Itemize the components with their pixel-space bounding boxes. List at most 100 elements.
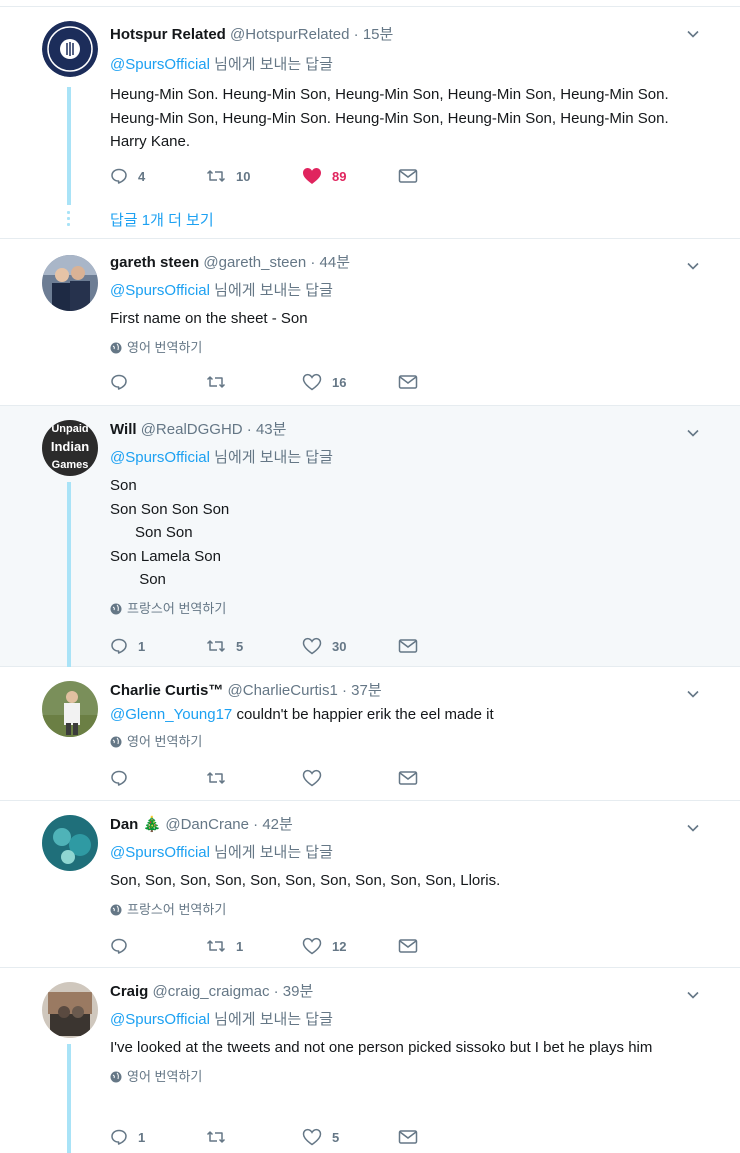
heart-icon (302, 373, 322, 391)
globe-icon (110, 736, 122, 747)
avatar[interactable] (42, 982, 98, 1038)
display-name[interactable]: Craig (110, 983, 148, 1000)
user-photo-icon (42, 255, 98, 311)
display-name[interactable]: gareth steen (110, 254, 199, 271)
tweet-will[interactable]: Unpaid Indian Games Will @RealDGGHD · 43… (0, 406, 740, 667)
tweet-hotspur-related[interactable]: Hotspur Related @HotspurRelated · 15분 @S… (0, 7, 740, 239)
timestamp[interactable]: 39분 (283, 983, 314, 1000)
display-name[interactable]: Dan (110, 816, 138, 833)
like-button[interactable]: 89 (302, 167, 398, 185)
reply-to-link[interactable]: @SpursOfficial (110, 56, 210, 73)
hotspur-crest-icon (42, 21, 98, 77)
globe-icon (110, 904, 122, 915)
mention-link[interactable]: @Glenn_Young17 (110, 706, 232, 723)
reply-button[interactable]: 1 (110, 1128, 206, 1146)
user-handle[interactable]: @DanCrane (165, 816, 249, 833)
like-button[interactable] (302, 769, 398, 787)
show-more-replies-link[interactable]: 답글 1개 더 보기 (110, 209, 214, 230)
display-name[interactable]: Hotspur Related (110, 26, 226, 43)
user-handle[interactable]: @craig_craigmac (153, 983, 270, 1000)
translate-link[interactable]: 프랑스어 번역하기 (110, 600, 700, 618)
reply-to-link[interactable]: @SpursOfficial (110, 449, 210, 466)
reply-to-link[interactable]: @SpursOfficial (110, 844, 210, 861)
retweet-button[interactable]: 10 (206, 167, 302, 185)
tweet-craig[interactable]: Craig @craig_craigmac · 39분 @SpursOffici… (0, 968, 740, 1153)
reply-button[interactable] (110, 769, 206, 787)
like-button[interactable]: 16 (302, 373, 398, 391)
like-button[interactable]: 30 (302, 637, 398, 655)
avatar[interactable] (42, 815, 98, 871)
avatar[interactable] (42, 255, 98, 311)
translate-link[interactable]: 영어 번역하기 (110, 339, 700, 357)
retweet-icon (206, 772, 226, 784)
display-name[interactable]: Will (110, 421, 137, 438)
unpaid-indian-games-logo-icon: Unpaid Indian Games (42, 420, 98, 476)
replying-to: @SpursOfficial 님에게 보내는 답글 (110, 449, 333, 466)
tweet-actions: 1 5 30 (110, 637, 494, 655)
reply-icon (111, 770, 127, 786)
timestamp[interactable]: 44분 (320, 254, 351, 271)
tweet-text: I've looked at the tweets and not one pe… (110, 1039, 653, 1056)
tweet-header: Hotspur Related @HotspurRelated · 15분 (110, 26, 394, 43)
feed-top-divider (0, 0, 740, 7)
envelope-icon (398, 771, 418, 785)
svg-text:Unpaid: Unpaid (51, 423, 88, 435)
timestamp[interactable]: 37분 (351, 682, 382, 699)
tweet-dan[interactable]: Dan 🎄 @DanCrane · 42분 @SpursOfficial 님에게… (0, 801, 740, 968)
avatar[interactable]: Unpaid Indian Games (42, 420, 98, 476)
dm-button[interactable] (398, 770, 494, 786)
retweet-button[interactable] (206, 1128, 302, 1146)
tweet-actions: 1 12 (110, 937, 494, 955)
like-button[interactable]: 12 (302, 937, 398, 955)
thread-dots (67, 211, 71, 229)
dm-button[interactable] (398, 638, 494, 654)
timestamp[interactable]: 43분 (256, 421, 287, 438)
tweet-header: Charlie Curtis™ @CharlieCurtis1 · 37분 (110, 682, 382, 699)
avatar[interactable] (42, 21, 98, 77)
dm-button[interactable] (398, 938, 494, 954)
user-photo-icon (42, 815, 98, 871)
timestamp[interactable]: 15분 (363, 26, 394, 43)
reply-icon (111, 638, 127, 654)
reply-button[interactable]: 4 (110, 167, 206, 185)
tweet-charlie-curtis[interactable]: Charlie Curtis™ @CharlieCurtis1 · 37분 @G… (0, 667, 740, 801)
user-handle[interactable]: @HotspurRelated (230, 26, 349, 43)
envelope-icon (398, 169, 418, 183)
reply-button[interactable] (110, 937, 206, 955)
translate-link[interactable]: 프랑스어 번역하기 (110, 901, 700, 919)
heart-filled-icon (303, 168, 321, 184)
retweet-icon (206, 1131, 226, 1143)
retweet-button[interactable]: 1 (206, 937, 302, 955)
dm-button[interactable] (398, 374, 494, 390)
dm-button[interactable] (398, 1129, 494, 1145)
tweet-actions (110, 769, 494, 787)
tweet-text: Son Son Son Son Son Son Son Son Lamela S… (110, 477, 230, 588)
tweet-actions: 4 10 89 (110, 167, 494, 185)
reply-button[interactable] (110, 373, 206, 391)
user-handle[interactable]: @gareth_steen (203, 254, 306, 271)
reply-button[interactable]: 1 (110, 637, 206, 655)
like-button[interactable]: 5 (302, 1128, 398, 1146)
retweet-button[interactable]: 5 (206, 637, 302, 655)
tweet-actions: 1 5 (110, 1128, 494, 1146)
globe-icon (110, 603, 122, 614)
retweet-button[interactable] (206, 769, 302, 787)
translate-link[interactable]: 영어 번역하기 (110, 733, 700, 751)
user-handle[interactable]: @RealDGGHD (141, 421, 243, 438)
thread-line (67, 482, 71, 667)
user-photo-icon (42, 982, 98, 1038)
display-name[interactable]: Charlie Curtis™ (110, 682, 223, 699)
translate-link[interactable]: 영어 번역하기 (110, 1068, 700, 1086)
user-handle[interactable]: @CharlieCurtis1 (228, 682, 338, 699)
reply-to-link[interactable]: @SpursOfficial (110, 1011, 210, 1028)
replying-to: @SpursOfficial 님에게 보내는 답글 (110, 1011, 333, 1028)
timestamp[interactable]: 42분 (262, 816, 293, 833)
reply-to-link[interactable]: @SpursOfficial (110, 282, 210, 299)
dm-button[interactable] (398, 168, 494, 184)
replying-to: @SpursOfficial 님에게 보내는 답글 (110, 282, 333, 299)
tweet-text: @Glenn_Young17 couldn't be happier erik … (110, 706, 494, 723)
retweet-button[interactable] (206, 373, 302, 391)
avatar[interactable] (42, 681, 98, 737)
tweet-gareth-steen[interactable]: gareth steen @gareth_steen · 44분 @SpursO… (0, 239, 740, 406)
svg-text:Indian: Indian (51, 439, 89, 454)
